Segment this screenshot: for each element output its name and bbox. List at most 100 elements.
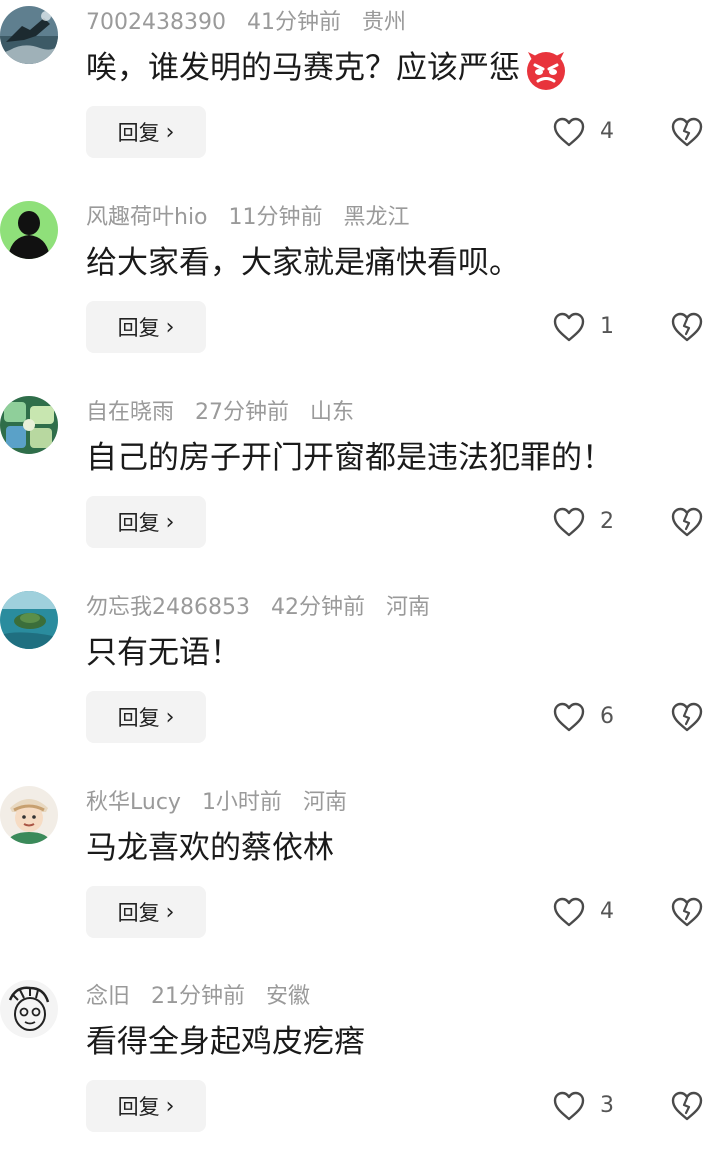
ocean-splash-avatar [0, 6, 58, 64]
comment-location: 贵州 [361, 10, 406, 35]
comment-text-row: 给大家看，大家就是痛快看呗。 [86, 239, 520, 287]
reply-label: 回复 [117, 121, 160, 145]
user-avatar[interactable] [0, 591, 58, 649]
comment-item: 7002438390 41分钟前 贵州 唉，谁发明的马赛克？应该严惩 回复 › 4 [0, 0, 722, 194]
comment-location: 河南 [302, 790, 347, 815]
like-count: 1 [600, 314, 614, 339]
like-count: 4 [600, 119, 614, 144]
black-silhouette-avatar [0, 201, 58, 259]
username[interactable]: 念旧 [86, 984, 130, 1009]
reply-button[interactable]: 回复 › [86, 106, 206, 158]
comment-text-row: 只有无语！ [86, 629, 241, 677]
dislike-button[interactable] [670, 311, 704, 343]
comment-time: 41分钟前 [246, 10, 341, 35]
comment-meta: 勿忘我2486853 42分钟前 河南 [86, 593, 444, 623]
user-avatar[interactable] [0, 201, 58, 259]
heart-icon [553, 507, 585, 537]
reply-button[interactable]: 回复 › [86, 691, 206, 743]
user-avatar[interactable] [0, 980, 58, 1038]
comment-time: 11分钟前 [228, 205, 323, 230]
comment-meta: 秋华Lucy 1小时前 河南 [86, 788, 361, 818]
heart-icon [553, 312, 585, 342]
reply-button[interactable]: 回复 › [86, 886, 206, 938]
like-count: 6 [600, 704, 614, 729]
chevron-right-icon: › [165, 704, 175, 730]
heart-icon [553, 897, 585, 927]
broken-heart-icon [671, 117, 703, 147]
dislike-button[interactable] [670, 116, 704, 148]
like-button[interactable]: 4 [552, 116, 614, 148]
broken-heart-icon [671, 312, 703, 342]
dislike-button[interactable] [670, 701, 704, 733]
like-button[interactable]: 2 [552, 506, 614, 538]
comment-location: 安徽 [266, 984, 311, 1009]
comment-meta: 自在晓雨 27分钟前 山东 [86, 398, 368, 428]
heart-icon [553, 1091, 585, 1121]
reply-button[interactable]: 回复 › [86, 496, 206, 548]
chevron-right-icon: › [165, 314, 175, 340]
reply-button[interactable]: 回复 › [86, 301, 206, 353]
comment-time: 21分钟前 [151, 984, 246, 1009]
comment-location: 河南 [385, 595, 430, 620]
like-button[interactable]: 3 [552, 1090, 614, 1122]
like-button[interactable]: 6 [552, 701, 614, 733]
reply-label: 回复 [117, 511, 160, 535]
comment-time: 1小时前 [201, 790, 282, 815]
lake-island-avatar [0, 591, 58, 649]
comment-meta: 念旧 21分钟前 安徽 [86, 982, 324, 1012]
comment-item: 风趣荷叶hio 11分钟前 黑龙江 给大家看，大家就是痛快看呗。 回复 › 1 [0, 195, 722, 389]
username[interactable]: 自在晓雨 [86, 400, 174, 425]
comment-item: 秋华Lucy 1小时前 河南 马龙喜欢的蔡依林 回复 › 4 [0, 780, 722, 974]
comment-text: 只有无语！ [86, 635, 241, 671]
like-button[interactable]: 4 [552, 896, 614, 928]
dislike-button[interactable] [670, 1090, 704, 1122]
comment-text: 给大家看，大家就是痛快看呗。 [86, 245, 520, 281]
reply-button[interactable]: 回复 › [86, 1080, 206, 1132]
dislike-button[interactable] [670, 896, 704, 928]
chevron-right-icon: › [165, 119, 175, 145]
comment-meta: 风趣荷叶hio 11分钟前 黑龙江 [86, 203, 424, 233]
chevron-right-icon: › [165, 899, 175, 925]
cartoon-person-avatar [0, 786, 58, 844]
username[interactable]: 风趣荷叶hio [86, 205, 208, 230]
chevron-right-icon: › [165, 509, 175, 535]
broken-heart-icon [671, 507, 703, 537]
comment-time: 27分钟前 [195, 400, 290, 425]
comment-item: 勿忘我2486853 42分钟前 河南 只有无语！ 回复 › 6 [0, 585, 722, 779]
comment-text: 马龙喜欢的蔡依林 [86, 830, 334, 866]
broken-heart-icon [671, 897, 703, 927]
username[interactable]: 7002438390 [86, 10, 226, 35]
user-avatar[interactable] [0, 6, 58, 64]
comment-location: 黑龙江 [343, 205, 410, 230]
angry-face-emoji [527, 51, 565, 90]
comment-text: 看得全身起鸡皮疙瘩 [86, 1024, 365, 1060]
comment-meta: 7002438390 41分钟前 贵州 [86, 8, 420, 38]
comment-item: 自在晓雨 27分钟前 山东 自己的房子开门开窗都是违法犯罪的！ 回复 › 2 [0, 390, 722, 584]
reply-label: 回复 [117, 706, 160, 730]
heart-icon [553, 702, 585, 732]
user-avatar[interactable] [0, 396, 58, 454]
user-avatar[interactable] [0, 786, 58, 844]
comment-time: 42分钟前 [270, 595, 365, 620]
comment-item: 念旧 21分钟前 安徽 看得全身起鸡皮疙瘩 回复 › 3 [0, 974, 722, 1168]
comment-location: 山东 [310, 400, 355, 425]
comment-text-row: 唉，谁发明的马赛克？应该严惩 [86, 44, 568, 92]
reply-label: 回复 [117, 1095, 160, 1119]
broken-heart-icon [671, 702, 703, 732]
sketch-face-avatar [0, 980, 58, 1038]
chevron-right-icon: › [165, 1093, 175, 1119]
dislike-button[interactable] [670, 506, 704, 538]
comment-text: 唉，谁发明的马赛克？应该严惩 [86, 50, 520, 86]
comment-text-row: 看得全身起鸡皮疙瘩 [86, 1018, 365, 1066]
like-count: 4 [600, 899, 614, 924]
broken-heart-icon [671, 1091, 703, 1121]
reply-label: 回复 [117, 316, 160, 340]
reply-label: 回复 [117, 901, 160, 925]
username[interactable]: 秋华Lucy [86, 790, 181, 815]
like-count: 2 [600, 509, 614, 534]
username[interactable]: 勿忘我2486853 [86, 595, 250, 620]
like-button[interactable]: 1 [552, 311, 614, 343]
green-pattern-avatar [0, 396, 58, 454]
heart-icon [553, 117, 585, 147]
like-count: 3 [600, 1093, 614, 1118]
